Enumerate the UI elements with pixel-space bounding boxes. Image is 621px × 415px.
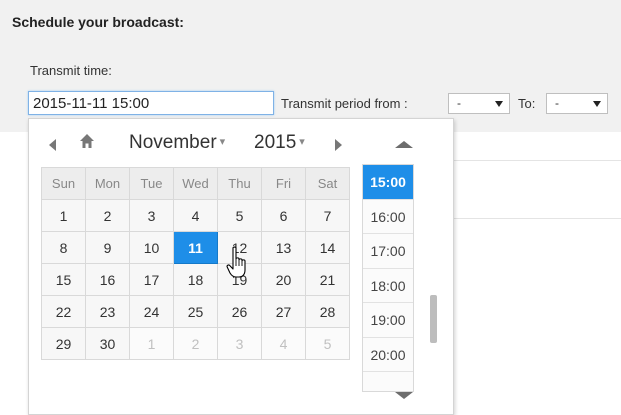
day-cell[interactable]: 28 (305, 295, 350, 328)
chevron-down-icon (593, 101, 601, 107)
day-cell[interactable]: 25 (173, 295, 218, 328)
period-from-value: - (457, 96, 461, 110)
month-select[interactable]: November ▾ (129, 132, 225, 154)
day-cell[interactable]: 6 (261, 199, 306, 232)
week-row: 1 2 3 4 5 6 7 (41, 199, 350, 232)
day-cell-other-month[interactable]: 2 (173, 327, 218, 360)
day-cell[interactable]: 29 (41, 327, 86, 360)
weekday-header: Wed (173, 167, 218, 200)
day-cell[interactable]: 14 (305, 231, 350, 264)
day-cell[interactable]: 20 (261, 263, 306, 296)
week-row: 8 9 10 11 12 13 14 (41, 231, 350, 264)
time-list: 15:00 16:00 17:00 18:00 19:00 20:00 (362, 164, 414, 392)
period-to-label: To: (518, 96, 536, 111)
day-cell[interactable]: 5 (217, 199, 262, 232)
period-from-select[interactable]: - (448, 93, 510, 114)
time-item-selected[interactable]: 15:00 (363, 165, 413, 200)
chevron-down-icon: ▾ (299, 136, 305, 148)
datetime-picker: November ▾ 2015 ▾ Sun Mon Tue Wed Thu Fri … (28, 118, 454, 415)
divider (452, 160, 621, 161)
day-cell[interactable]: 21 (305, 263, 350, 296)
day-cell[interactable]: 30 (85, 327, 130, 360)
weekday-header: Sun (41, 167, 86, 200)
chevron-down-icon (495, 101, 503, 107)
transmit-period-label: Transmit period from : (281, 96, 408, 111)
day-cell[interactable]: 17 (129, 263, 174, 296)
weekday-header: Tue (129, 167, 174, 200)
transmit-time-label: Transmit time: (30, 63, 112, 78)
panel-title: Schedule your broadcast: (12, 14, 184, 30)
time-item[interactable]: 19:00 (363, 303, 413, 338)
day-cell[interactable]: 23 (85, 295, 130, 328)
arrow-right-icon[interactable] (335, 139, 342, 151)
day-cell[interactable]: 4 (173, 199, 218, 232)
day-cell-selected[interactable]: 11 (173, 231, 218, 264)
month-label: November (129, 132, 217, 153)
arrow-left-icon[interactable] (49, 139, 56, 151)
day-cell[interactable]: 2 (85, 199, 130, 232)
year-select[interactable]: 2015 ▾ (254, 132, 305, 154)
day-cell[interactable]: 1 (41, 199, 86, 232)
weekday-header: Thu (217, 167, 262, 200)
calendar-grid: Sun Mon Tue Wed Thu Fri Sat 1 2 3 4 5 6 … (41, 167, 350, 360)
day-cell[interactable]: 8 (41, 231, 86, 264)
day-cell[interactable]: 24 (129, 295, 174, 328)
day-cell[interactable]: 10 (129, 231, 174, 264)
week-row: 29 30 1 2 3 4 5 (41, 327, 350, 360)
time-item[interactable]: 16:00 (363, 200, 413, 234)
divider (452, 218, 621, 219)
day-cell[interactable]: 16 (85, 263, 130, 296)
weekday-header: Sat (305, 167, 350, 200)
day-cell[interactable]: 26 (217, 295, 262, 328)
weekday-header: Mon (85, 167, 130, 200)
hand-cursor-icon (226, 246, 246, 278)
day-cell-other-month[interactable]: 4 (261, 327, 306, 360)
day-cell-other-month[interactable]: 1 (129, 327, 174, 360)
week-row: 22 23 24 25 26 27 28 (41, 295, 350, 328)
day-cell[interactable]: 9 (85, 231, 130, 264)
day-cell[interactable]: 13 (261, 231, 306, 264)
day-cell[interactable]: 3 (129, 199, 174, 232)
day-cell[interactable]: 27 (261, 295, 306, 328)
arrow-down-icon[interactable] (395, 392, 413, 399)
time-item[interactable]: 18:00 (363, 269, 413, 303)
day-cell-other-month[interactable]: 3 (217, 327, 262, 360)
day-cell-other-month[interactable]: 5 (305, 327, 350, 360)
arrow-up-icon[interactable] (395, 141, 413, 148)
period-to-value: - (555, 96, 559, 110)
home-icon[interactable] (79, 133, 95, 149)
weekday-header: Fri (261, 167, 306, 200)
week-row: 15 16 17 18 19 20 21 (41, 263, 350, 296)
time-list-scrollbar[interactable] (430, 295, 437, 343)
transmit-time-input[interactable] (28, 91, 274, 115)
weekday-header-row: Sun Mon Tue Wed Thu Fri Sat (41, 167, 350, 200)
period-to-select[interactable]: - (546, 93, 608, 114)
broadcast-panel: Schedule your broadcast: Transmit time: … (0, 0, 621, 132)
chevron-down-icon: ▾ (219, 136, 226, 148)
time-item[interactable]: 20:00 (363, 338, 413, 372)
day-cell[interactable]: 18 (173, 263, 218, 296)
day-cell[interactable]: 15 (41, 263, 86, 296)
day-cell[interactable]: 22 (41, 295, 86, 328)
year-label: 2015 (254, 132, 297, 153)
time-item[interactable]: 17:00 (363, 234, 413, 269)
day-cell[interactable]: 7 (305, 199, 350, 232)
